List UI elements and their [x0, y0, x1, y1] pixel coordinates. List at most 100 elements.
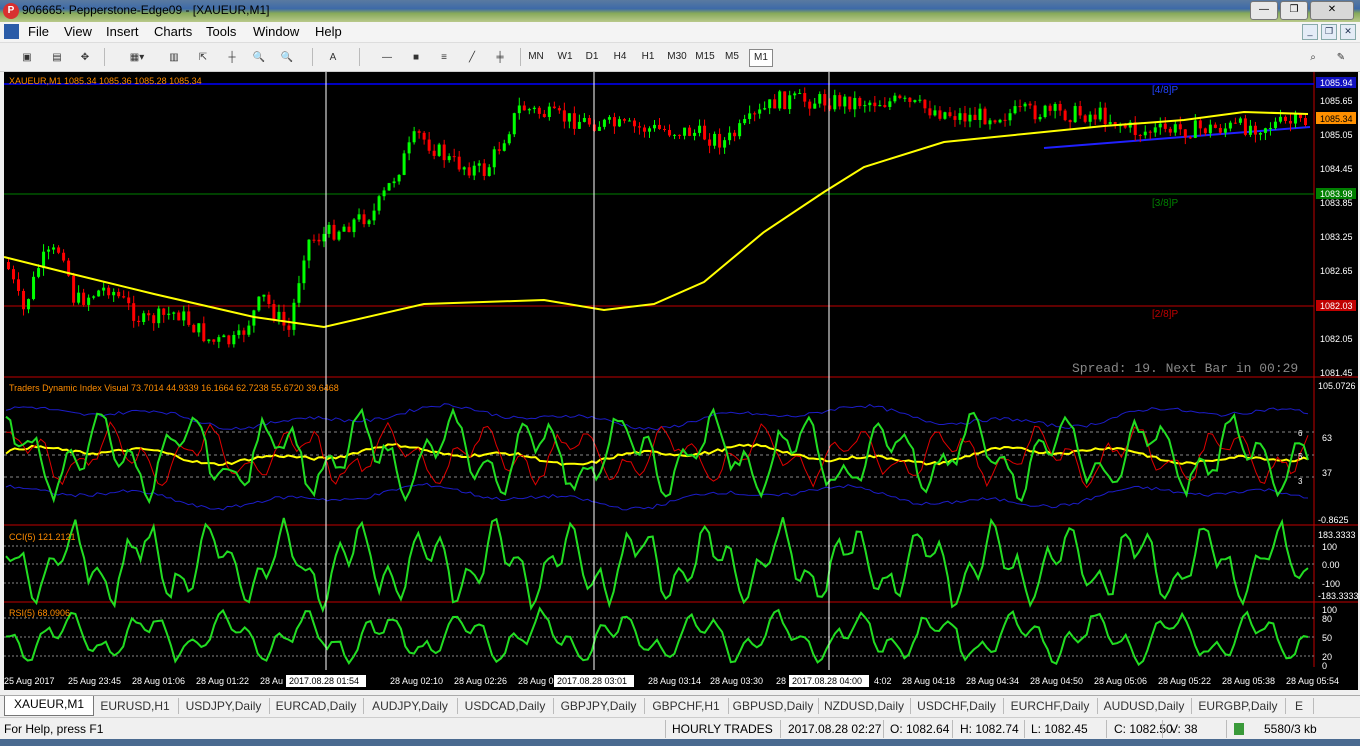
tdi-label: Traders Dynamic Index Visual 73.7014 44.…: [9, 383, 339, 393]
search-icon[interactable]: ⌕: [1302, 47, 1324, 67]
tf-mn[interactable]: MN: [525, 49, 547, 65]
chart-type-icon[interactable]: ▦▾: [126, 47, 148, 67]
symbol-tabs: XAUEUR,M1 EURUSD,H1 USDJPY,Daily EURCAD,Dai…: [0, 695, 1360, 716]
level-38-label: [3/8]P: [1152, 198, 1178, 209]
channel-icon[interactable]: ≡: [433, 47, 455, 67]
tab-gbpchf-h1[interactable]: GBPCHF,H1: [644, 698, 729, 714]
chat-icon[interactable]: ✎: [1330, 47, 1352, 67]
svg-text:100: 100: [1322, 542, 1337, 552]
tile-windows-icon[interactable]: ▥: [163, 47, 185, 67]
tdi-market-base: [5, 442, 1309, 467]
status-traffic: 5580/3 kb: [1264, 722, 1317, 736]
time-label: 25 Aug 2017: [4, 676, 55, 686]
menu-bar: File View Insert Charts Tools Window Hel…: [0, 22, 1360, 43]
svg-text:0: 0: [1322, 661, 1327, 671]
tf-d1[interactable]: D1: [581, 49, 603, 65]
restore-button[interactable]: ❐: [1280, 1, 1308, 20]
cursor-icon[interactable]: ⇱: [192, 47, 214, 67]
status-open: O: 1082.64: [890, 722, 950, 736]
svg-text:-100: -100: [1322, 579, 1340, 589]
mdi-close-button[interactable]: ✕: [1340, 24, 1356, 40]
tf-w1[interactable]: W1: [554, 49, 576, 65]
cci-label: CCI(5) 121.2121: [9, 532, 76, 542]
chart-canvas[interactable]: XAUEUR,M1 1085.34 1085.36 1085.28 1085.3…: [3, 72, 1359, 690]
tab-usdcad-daily[interactable]: USDCAD,Daily: [457, 698, 554, 714]
help-text: For Help, press F1: [4, 722, 104, 736]
trendline-icon[interactable]: ╱: [461, 47, 483, 67]
tab-xaueur-m1[interactable]: XAUEUR,M1: [4, 696, 94, 716]
time-label: 25 Aug 23:45: [68, 676, 121, 686]
tab-audjpy-daily[interactable]: AUDJPY,Daily: [363, 698, 458, 714]
crosshair-move-icon[interactable]: ✥: [74, 47, 96, 67]
time-label: 28 Aug 02:10: [390, 676, 443, 686]
mdi-minimize-button[interactable]: _: [1302, 24, 1318, 40]
vertical-cross-icon[interactable]: ╪: [489, 47, 511, 67]
tab-eurgbp-daily[interactable]: EURGBP,Daily: [1191, 698, 1286, 714]
tab-gbpusd-daily[interactable]: GBPUSD,Daily: [728, 698, 819, 714]
crosshair-time-2: 2017.08.28 03:01: [557, 676, 627, 686]
status-high: H: 1082.74: [960, 722, 1019, 736]
time-label: 28 Aug 01:06: [132, 676, 185, 686]
zoom-in-icon[interactable]: 🔍: [276, 47, 298, 67]
svg-text:105.0726: 105.0726: [1318, 381, 1356, 391]
document-icon[interactable]: [4, 24, 19, 39]
svg-text:5: 5: [1298, 452, 1303, 461]
menu-view[interactable]: View: [64, 24, 92, 39]
svg-text:0.00: 0.00: [1322, 560, 1340, 570]
tf-m5[interactable]: M5: [721, 49, 743, 65]
tab-usdchf-daily[interactable]: USDCHF,Daily: [910, 698, 1004, 714]
close-button[interactable]: ✕: [1310, 1, 1354, 20]
tf-h4[interactable]: H4: [609, 49, 631, 65]
time-label: 28 Aug 05:22: [1158, 676, 1211, 686]
time-label: 4:02: [874, 676, 892, 686]
menu-insert[interactable]: Insert: [106, 24, 139, 39]
new-order-icon[interactable]: ▣: [16, 47, 38, 67]
menu-help[interactable]: Help: [315, 24, 342, 39]
tf-m1[interactable]: M1: [749, 49, 773, 67]
tab-eurusd-h1[interactable]: EURUSD,H1: [92, 698, 179, 714]
window-title: 906665: Pepperstone-Edge09 - [XAUEUR,M1]: [22, 3, 270, 17]
menu-window[interactable]: Window: [253, 24, 299, 39]
rsi-label: RSI(5) 68.0906: [9, 608, 70, 618]
status-close: C: 1082.50: [1114, 722, 1173, 736]
status-low: L: 1082.45: [1031, 722, 1088, 736]
crosshair-time-3: 2017.08.28 04:00: [792, 676, 862, 686]
profiles-icon[interactable]: ▤: [46, 47, 68, 67]
tab-eurchf-daily[interactable]: EURCHF,Daily: [1003, 698, 1098, 714]
zoom-out-icon[interactable]: 🔍: [248, 47, 270, 67]
tab-usdjpy-daily[interactable]: USDJPY,Daily: [178, 698, 270, 714]
minimize-button[interactable]: —: [1250, 1, 1278, 20]
tab-e[interactable]: E: [1285, 698, 1314, 714]
svg-text:1083.25: 1083.25: [1320, 232, 1353, 242]
menu-file[interactable]: File: [28, 24, 49, 39]
chart-area[interactable]: XAUEUR,M1 1085.34 1085.36 1085.28 1085.3…: [3, 72, 1359, 690]
menu-tools[interactable]: Tools: [206, 24, 236, 39]
svg-text:50: 50: [1322, 633, 1332, 643]
crosshair-icon[interactable]: ┼: [221, 47, 243, 67]
title-bar: P 906665: Pepperstone-Edge09 - [XAUEUR,M…: [0, 0, 1360, 22]
svg-text:1081.45: 1081.45: [1320, 368, 1353, 378]
menu-charts[interactable]: Charts: [154, 24, 192, 39]
horizontal-line-icon[interactable]: —: [376, 47, 398, 67]
tf-h1[interactable]: H1: [637, 49, 659, 65]
time-axis: 25 Aug 2017 25 Aug 23:45 28 Aug 01:06 28 Au…: [4, 676, 1339, 686]
current-price-box: 1085.34: [1320, 114, 1353, 124]
level-48-label: [4/8]P: [1152, 85, 1178, 96]
tab-eurcad-daily[interactable]: EURCAD,Daily: [269, 698, 364, 714]
tab-nzdusd-daily[interactable]: NZDUSD,Daily: [818, 698, 911, 714]
svg-text:-0.8625: -0.8625: [1318, 515, 1349, 525]
time-label: 28 Aug 05:06: [1094, 676, 1147, 686]
rectangle-icon[interactable]: ■: [405, 47, 427, 67]
time-label: 28 Aug 05:38: [1222, 676, 1275, 686]
text-tool-icon[interactable]: A: [322, 47, 344, 67]
tab-audusd-daily[interactable]: AUDUSD,Daily: [1097, 698, 1192, 714]
svg-text:63: 63: [1322, 433, 1332, 443]
time-label: 28 Aug 02:26: [454, 676, 507, 686]
mdi-restore-button[interactable]: ❐: [1321, 24, 1337, 40]
tf-m30[interactable]: M30: [664, 49, 690, 65]
profile-name: HOURLY TRADES: [672, 722, 773, 736]
tf-m15[interactable]: M15: [692, 49, 718, 65]
svg-text:80: 80: [1322, 614, 1332, 624]
tab-gbpjpy-daily[interactable]: GBPJPY,Daily: [553, 698, 645, 714]
svg-text:1085.65: 1085.65: [1320, 96, 1353, 106]
